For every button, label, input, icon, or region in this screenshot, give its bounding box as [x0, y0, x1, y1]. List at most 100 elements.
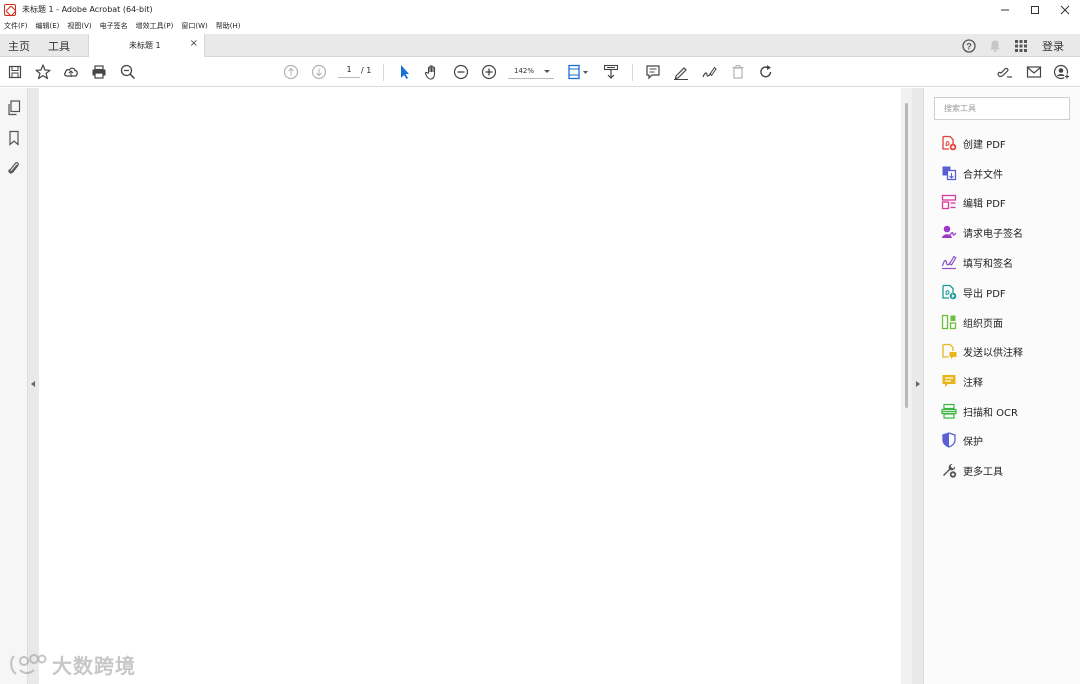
- tool-send-for-comments[interactable]: 发送以供注释: [940, 341, 1023, 361]
- previous-page-icon[interactable]: [281, 62, 301, 82]
- page-fit-icon[interactable]: [566, 62, 592, 82]
- bookmarks-icon[interactable]: [5, 129, 23, 147]
- organize-pages-icon: [940, 313, 958, 331]
- tool-export-pdf[interactable]: 导出 PDF: [940, 282, 1006, 302]
- scan-ocr-icon: [940, 402, 958, 420]
- bookmark-star-icon[interactable]: [33, 62, 53, 82]
- search-tools-input[interactable]: 搜索工具: [934, 97, 1070, 120]
- watermark-text: 大数跨境: [52, 654, 136, 678]
- scroll-mode-icon[interactable]: [601, 62, 621, 82]
- save-icon[interactable]: [5, 62, 25, 82]
- export-pdf-icon: [940, 283, 958, 301]
- tab-close-icon[interactable]: ×: [190, 38, 198, 49]
- tool-combine-files-label: 合并文件: [963, 169, 1003, 181]
- apps-grid-icon[interactable]: [1008, 34, 1034, 57]
- create-pdf-icon: [940, 134, 958, 152]
- notification-bell-icon[interactable]: [982, 34, 1008, 57]
- menu-plugins[interactable]: 增效工具(P): [132, 21, 178, 31]
- zoom-out-icon[interactable]: [451, 62, 471, 82]
- highlight-pen-icon[interactable]: [671, 62, 691, 82]
- help-icon[interactable]: ?: [956, 34, 982, 57]
- tab-tools[interactable]: 工具: [48, 38, 70, 54]
- minimize-button[interactable]: [990, 0, 1020, 19]
- tool-more-tools-label: 更多工具: [963, 466, 1003, 478]
- tool-edit-pdf-label: 编辑 PDF: [963, 198, 1006, 210]
- tool-create-pdf[interactable]: 创建 PDF: [940, 133, 1006, 153]
- upload-cloud-icon[interactable]: [61, 62, 81, 82]
- tools-panel: 搜索工具 创建 PDF 合并文件 编辑 PDF 请求电子签名 填写和签名 导出 …: [925, 88, 1080, 684]
- window-title: 未标题 1 - Adobe Acrobat (64-bit): [22, 5, 153, 14]
- tool-request-esignature-label: 请求电子签名: [963, 228, 1023, 240]
- tool-protect[interactable]: 保护: [940, 430, 983, 450]
- tool-scan-ocr[interactable]: 扫描和 OCR: [940, 401, 1018, 421]
- tool-more-tools[interactable]: 更多工具: [940, 460, 1003, 480]
- menu-esign[interactable]: 电子签名: [96, 21, 132, 31]
- attachments-paperclip-icon[interactable]: [5, 159, 23, 177]
- tab-document-label: 未标题 1: [129, 41, 161, 50]
- add-comment-icon[interactable]: [643, 62, 663, 82]
- zoom-in-icon[interactable]: [479, 62, 499, 82]
- menu-file[interactable]: 文件(F): [0, 21, 32, 31]
- menu-window[interactable]: 窗口(W): [177, 21, 211, 31]
- sign-icon[interactable]: [699, 62, 719, 82]
- menu-help[interactable]: 帮助(H): [212, 21, 245, 31]
- tab-home[interactable]: 主页: [8, 38, 30, 54]
- comment-icon: [940, 372, 958, 390]
- watermark-icon: [10, 653, 47, 675]
- tool-comment[interactable]: 注释: [940, 371, 983, 391]
- request-signature-icon: [940, 223, 958, 241]
- scrollbar-thumb[interactable]: [905, 103, 908, 408]
- tool-create-pdf-label: 创建 PDF: [963, 139, 1006, 151]
- tool-send-for-comments-label: 发送以供注释: [963, 347, 1023, 359]
- left-navigation-pane: [0, 88, 28, 684]
- chevron-down-icon: [544, 70, 550, 73]
- tool-scan-ocr-label: 扫描和 OCR: [963, 407, 1018, 419]
- share-link-icon[interactable]: [995, 62, 1015, 82]
- tool-organize-pages-label: 组织页面: [963, 318, 1003, 330]
- collapse-left-pane-icon[interactable]: [31, 381, 35, 387]
- collapse-right-pane-icon[interactable]: [916, 381, 920, 387]
- main-toolbar: 1 / 1 142%: [0, 57, 1080, 87]
- tool-edit-pdf[interactable]: 编辑 PDF: [940, 192, 1006, 212]
- tabbar-actions: ? 登录: [956, 34, 1080, 57]
- login-button[interactable]: 登录: [1042, 38, 1064, 54]
- close-window-button[interactable]: [1050, 0, 1080, 19]
- watermark-logo: 大数跨境: [8, 650, 136, 679]
- right-pane-toggle-strip: [912, 88, 924, 684]
- tool-protect-label: 保护: [963, 436, 983, 448]
- fill-sign-icon: [940, 253, 958, 271]
- more-tools-icon: [940, 461, 958, 479]
- toolbar-divider: [632, 64, 633, 81]
- page-total: / 1: [361, 66, 372, 75]
- delete-trash-icon[interactable]: [728, 62, 748, 82]
- acrobat-app-icon: [4, 3, 16, 16]
- zoom-level-value: 142%: [514, 67, 535, 75]
- zoom-search-icon[interactable]: [118, 62, 138, 82]
- rotate-icon[interactable]: [756, 62, 776, 82]
- add-user-icon[interactable]: [1052, 62, 1072, 82]
- page-number-input[interactable]: 1: [338, 65, 360, 78]
- protect-icon: [940, 431, 958, 449]
- print-icon[interactable]: [89, 62, 109, 82]
- tool-combine-files[interactable]: 合并文件: [940, 163, 1003, 183]
- zoom-level-select[interactable]: 142%: [508, 65, 554, 79]
- vertical-scrollbar[interactable]: [901, 88, 912, 684]
- tab-document[interactable]: 未标题 1 ×: [88, 34, 205, 57]
- svg-text:?: ?: [966, 41, 972, 51]
- send-comments-icon: [940, 342, 958, 360]
- select-cursor-icon[interactable]: [394, 62, 414, 82]
- maximize-button[interactable]: [1020, 0, 1050, 19]
- next-page-icon[interactable]: [309, 62, 329, 82]
- document-view[interactable]: [39, 88, 901, 684]
- toolbar-divider: [383, 64, 384, 81]
- tool-request-esignature[interactable]: 请求电子签名: [940, 222, 1023, 242]
- title-bar: 未标题 1 - Adobe Acrobat (64-bit): [0, 0, 1080, 19]
- tool-fill-and-sign[interactable]: 填写和签名: [940, 252, 1013, 272]
- menu-edit[interactable]: 编辑(E): [32, 21, 64, 31]
- tool-organize-pages[interactable]: 组织页面: [940, 312, 1003, 332]
- menu-view[interactable]: 视图(V): [63, 21, 95, 31]
- email-icon[interactable]: [1024, 62, 1044, 82]
- hand-tool-icon[interactable]: [422, 62, 442, 82]
- page-thumbnails-icon[interactable]: [5, 99, 23, 117]
- tool-comment-label: 注释: [963, 377, 983, 389]
